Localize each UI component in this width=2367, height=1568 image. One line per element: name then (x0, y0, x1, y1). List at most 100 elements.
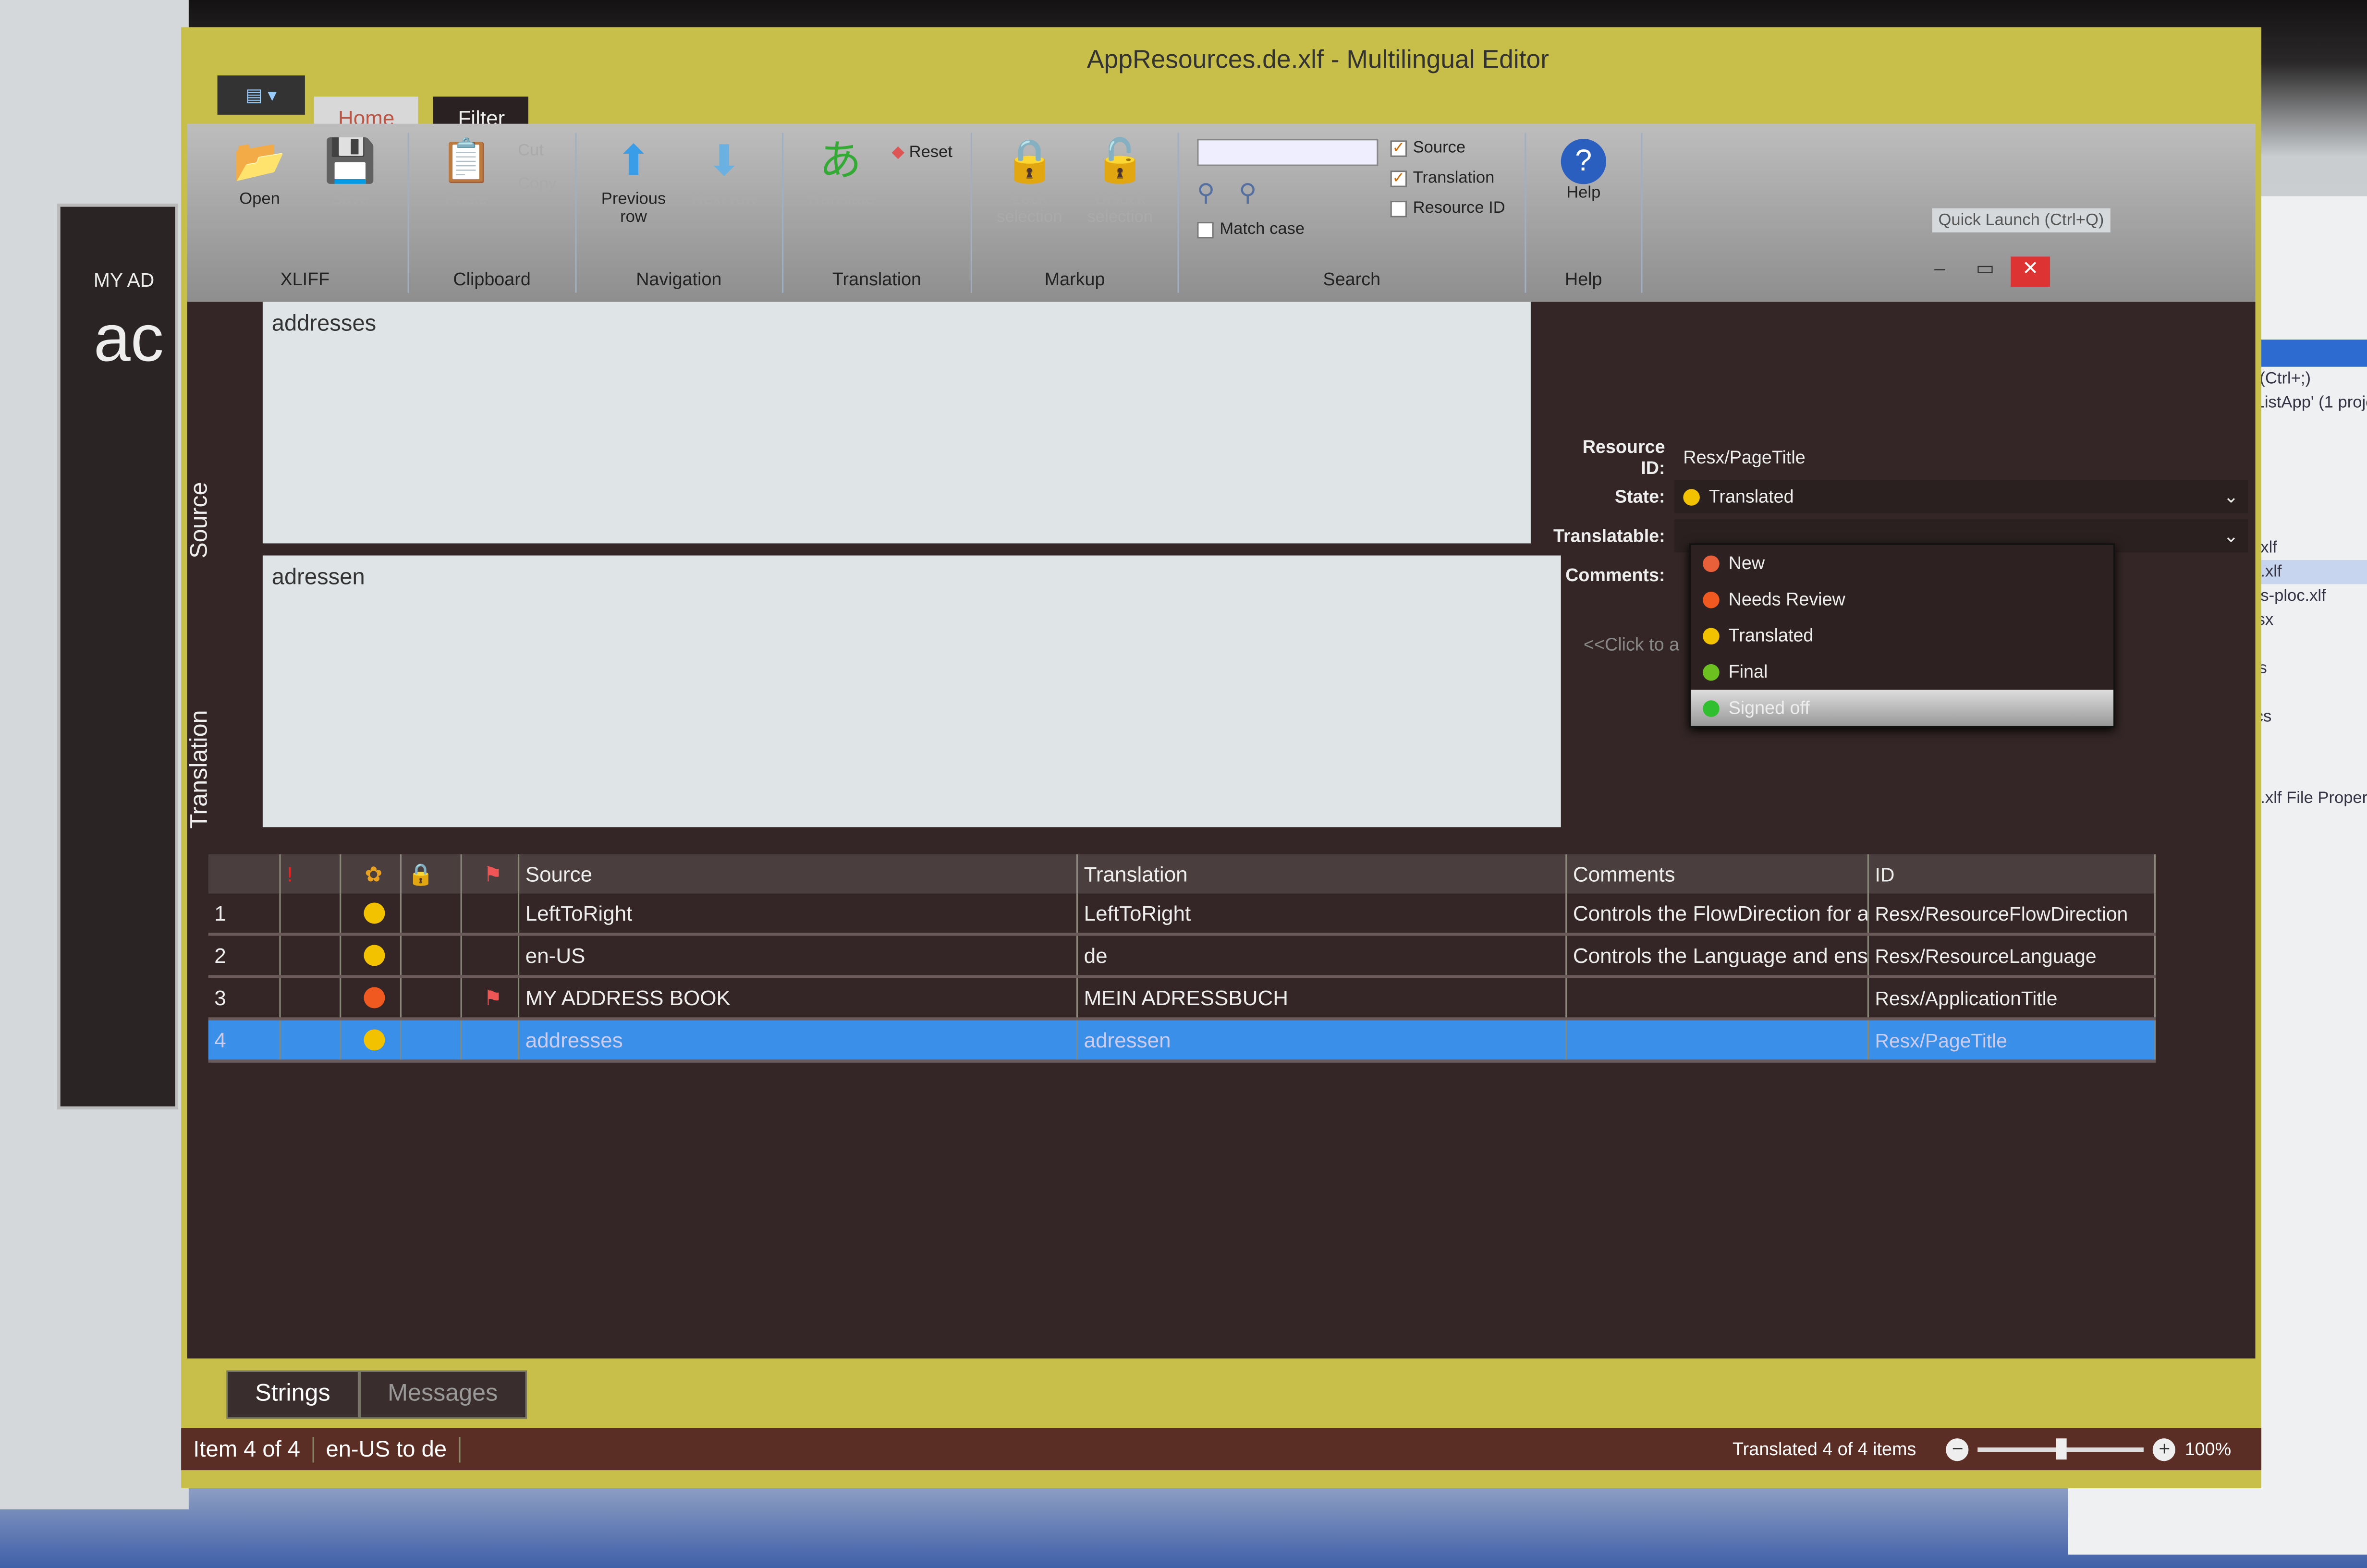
translation-cell[interactable]: adressen (1078, 1020, 1567, 1060)
save-icon: 💾 (324, 137, 377, 184)
zoom-slider[interactable] (1978, 1437, 2144, 1459)
state-option[interactable]: Final (1691, 654, 2113, 690)
zoom-out-button[interactable]: − (1946, 1437, 1969, 1460)
source-cell[interactable]: LeftToRight (519, 893, 1078, 933)
state-dot-icon (1703, 699, 1720, 717)
table-row[interactable]: 4 addresses adressen Resx/PageTitle (208, 1020, 2156, 1063)
chevron-down-icon[interactable]: ⌄ (2223, 486, 2247, 507)
app-menu-button[interactable]: ▤ ▾ (217, 75, 305, 115)
id-cell[interactable]: Resx/ResourceLanguage (1869, 936, 2156, 975)
resource-id-value: Resx/PageTitle (1683, 447, 1806, 468)
row-number: 3 (208, 978, 281, 1018)
reset-button[interactable]: ◆ Reset (891, 142, 952, 162)
id-cell[interactable]: Resx/PageTitle (1869, 1020, 2156, 1060)
id-header[interactable]: ID (1869, 854, 2156, 894)
translation-cell[interactable]: de (1078, 936, 1567, 975)
arrow-down-icon: ⬇ (706, 137, 742, 184)
quick-launch[interactable]: Quick Launch (Ctrl+Q) (1932, 208, 2110, 233)
lock-icon: 🔒 (1003, 137, 1056, 184)
comments-input[interactable]: <<Click to a (1584, 634, 1679, 655)
resource-id-checkbox[interactable]: Resource ID (1390, 199, 1505, 218)
comments-cell[interactable] (1567, 978, 1869, 1018)
state-dot-icon (1703, 627, 1720, 644)
table-row[interactable]: 3 ⚑ MY ADDRESS BOOK MEIN ADRESSBUCH Resx/App… (208, 978, 2156, 1021)
translation-cell[interactable]: MEIN ADRESSBUCH (1078, 978, 1567, 1018)
table-row[interactable]: 2 en-US de Controls the Language and ensure… (208, 936, 2156, 978)
source-text-area[interactable]: addresses (262, 302, 1531, 544)
translation-checkbox[interactable]: ✓ Translation (1390, 169, 1505, 187)
state-cell (341, 893, 402, 933)
flag-icon[interactable]: ⚑ (462, 854, 520, 894)
row-number: 1 (208, 893, 281, 933)
id-cell[interactable]: Resx/ResourceFlowDirection (1869, 893, 2156, 933)
source-cell[interactable]: addresses (519, 1020, 1078, 1060)
comments-cell[interactable]: Controls the Language and ensure (1567, 936, 1869, 975)
checkbox-checked: ✓ (1390, 170, 1407, 187)
search-input[interactable] (1197, 139, 1379, 166)
tab-strings[interactable]: Strings (226, 1370, 359, 1419)
preview-header: MY AD (93, 268, 155, 292)
state-cell (341, 1020, 402, 1060)
vs-designer-pane: MY AD ac (0, 0, 189, 1509)
state-option[interactable]: Translated (1691, 617, 2113, 653)
state-option[interactable]: New (1691, 545, 2113, 581)
find-previous-icon[interactable]: ⚲ (1197, 178, 1215, 208)
source-side-label: Source (187, 482, 213, 559)
id-cell[interactable]: Resx/ApplicationTitle (1869, 978, 2156, 1018)
state-cell (341, 978, 402, 1018)
state-option[interactable]: Signed off (1691, 690, 2114, 726)
source-header[interactable]: Source (519, 854, 1078, 894)
translate-label: Translate (806, 190, 875, 208)
source-check-label: Source (1413, 139, 1466, 157)
comments-cell[interactable] (1567, 1020, 1869, 1060)
eraser-icon: ◆ (891, 143, 909, 162)
state-icon[interactable]: ✿ (341, 854, 402, 894)
status-bar: Item 4 of 4 en-US to de Translated 4 of … (181, 1428, 2262, 1471)
translation-header[interactable]: Translation (1078, 854, 1567, 894)
folder-open-icon: 📂 (233, 137, 286, 184)
state-option-label: Translated (1728, 625, 1814, 646)
group-label: Search (1323, 268, 1381, 290)
checkbox-box (1197, 221, 1214, 238)
find-next-icon[interactable]: ⚲ (1239, 178, 1257, 208)
group-help: ? Help Help (1526, 133, 1643, 293)
minimize-button[interactable]: – (1920, 256, 1960, 287)
cut-button[interactable]: Cut (518, 142, 557, 160)
status-item: Item 4 of 4 (181, 1436, 314, 1462)
zoom-in-button[interactable]: + (2153, 1437, 2176, 1460)
state-dot-icon (363, 1029, 384, 1051)
flag-cell (462, 893, 520, 933)
lock-cell (402, 1020, 462, 1060)
help-icon: ? (1561, 139, 1606, 184)
translation-text-area[interactable]: adressen (262, 555, 1561, 827)
screen: MY AD ac Solution Explorer Solution Expl… (0, 0, 2367, 1568)
state-dropdown[interactable]: Translated ⌄ (1674, 480, 2248, 513)
checkbox-checked: ✓ (1390, 139, 1407, 157)
source-cell[interactable]: MY ADDRESS BOOK (519, 978, 1078, 1018)
source-cell[interactable]: en-US (519, 936, 1078, 975)
match-case-label: Match case (1220, 220, 1305, 239)
error-icon[interactable]: ! (281, 854, 342, 894)
group-label: Translation (832, 268, 922, 290)
source-checkbox[interactable]: ✓ Source (1390, 139, 1505, 157)
multilingual-editor-window: AppResources.de.xlf - Multilingual Edito… (181, 27, 2262, 1488)
maximize-button[interactable]: ▭ (1965, 256, 2005, 287)
resource-id-label: Resource ID: (1582, 436, 1665, 479)
group-label: Clipboard (453, 268, 531, 290)
close-button[interactable]: ✕ (2011, 256, 2050, 287)
comments-cell[interactable]: Controls the FlowDirection for all e (1567, 893, 1869, 933)
state-option[interactable]: Needs Review (1691, 581, 2113, 617)
tab-messages[interactable]: Messages (359, 1370, 526, 1419)
translation-cell[interactable]: LeftToRight (1078, 893, 1567, 933)
comments-header[interactable]: Comments (1567, 854, 1869, 894)
match-case-checkbox[interactable]: Match case (1197, 220, 1378, 239)
group-label: Help (1564, 268, 1602, 290)
table-row[interactable]: 1 LeftToRight LeftToRight Controls the Flow… (208, 893, 2156, 936)
lock-icon[interactable]: 🔒 (402, 854, 462, 894)
group-translation: あ Translate ◆ Reset Translation (783, 133, 972, 293)
zoom-slider-thumb[interactable] (2056, 1437, 2067, 1459)
state-dot-icon (363, 987, 384, 1009)
row-number-header (208, 854, 281, 894)
chevron-down-icon[interactable]: ⌄ (2223, 525, 2247, 547)
copy-button[interactable]: Copy (518, 175, 557, 194)
